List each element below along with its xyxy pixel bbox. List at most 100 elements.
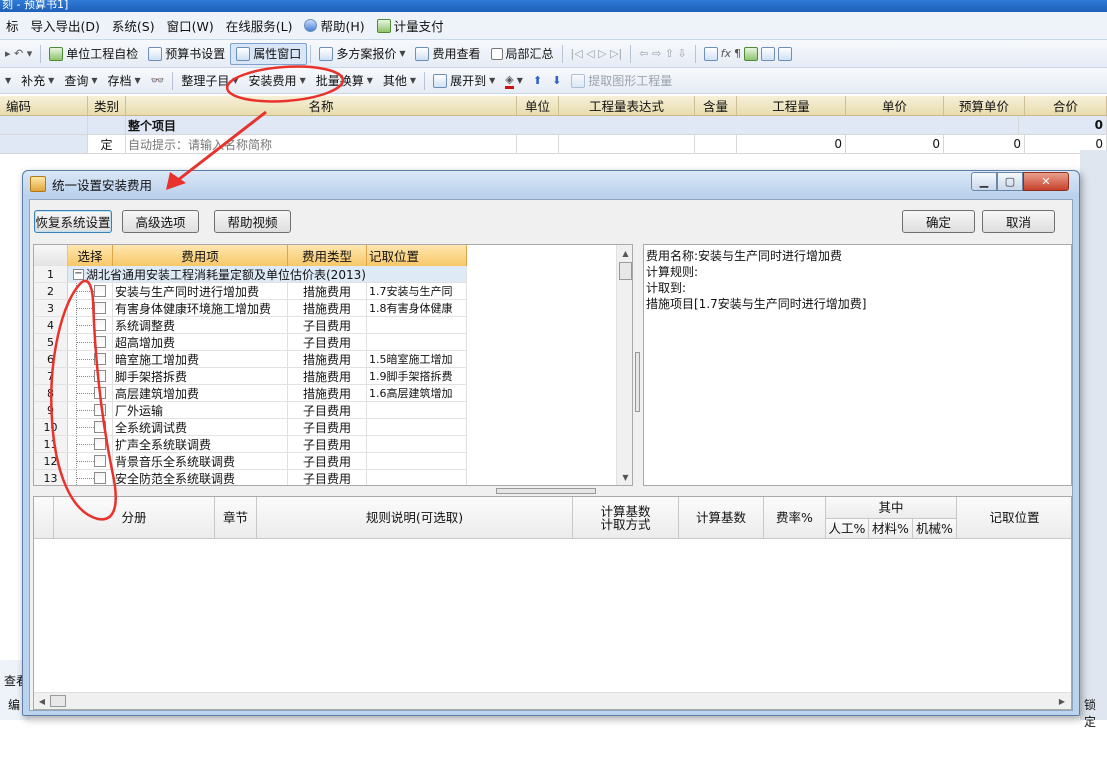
- col-labor[interactable]: 人工%: [826, 519, 869, 539]
- close-icon[interactable]: ✕: [1023, 172, 1069, 191]
- table-row[interactable]: 6 暗室施工增加费 措施费用 1.5暗室施工增加: [34, 351, 467, 368]
- fee-position[interactable]: [367, 419, 467, 435]
- partial-summary-button[interactable]: 局部汇总: [486, 43, 559, 65]
- splitter-grip[interactable]: [496, 488, 596, 494]
- col-rate[interactable]: 费率%: [764, 497, 826, 539]
- expand-to-button[interactable]: 展开到 ▼: [428, 70, 500, 92]
- table-row[interactable]: 11 扩声全系统联调费 子目费用: [34, 436, 467, 453]
- extra-tools[interactable]: fx ¶: [699, 43, 797, 65]
- install-fee-button[interactable]: 安装费用 ▼: [244, 70, 311, 92]
- multi-plan-quote-button[interactable]: 多方案报价 ▼: [314, 43, 410, 65]
- col-volume[interactable]: 分册: [54, 497, 215, 539]
- fee-position[interactable]: 1.5暗室施工增加: [367, 351, 467, 367]
- col-fee-item[interactable]: 费用项: [113, 245, 288, 266]
- budget-settings-button[interactable]: 预算书设置: [143, 43, 230, 65]
- fee-position[interactable]: [367, 402, 467, 418]
- row-checkbox[interactable]: [94, 353, 106, 365]
- table-row[interactable]: 定 自动提示：请输入名称简称 0 0 0 0: [0, 135, 1107, 154]
- col-fee-type[interactable]: 费用类型: [288, 245, 367, 266]
- dropdown-arrow-icon[interactable]: ▼: [0, 70, 16, 92]
- table-row[interactable]: 2 安装与生产同时进行增加费 措施费用 1.7安装与生产同: [34, 283, 467, 300]
- table-row[interactable]: 12 背景音乐全系统联调费 子目费用: [34, 453, 467, 470]
- scroll-down-icon[interactable]: ▼: [617, 469, 632, 485]
- move-up-icon[interactable]: ⬆: [528, 70, 547, 92]
- fee-position[interactable]: 1.7安装与生产同: [367, 283, 467, 299]
- fill-color-button[interactable]: ◈ ▼: [500, 70, 528, 92]
- nav-arrows-icon[interactable]: |◁ ◁ ▷ ▷|: [566, 43, 628, 65]
- fee-position[interactable]: 1.8有害身体健康: [367, 300, 467, 316]
- other-button[interactable]: 其他 ▼: [378, 70, 421, 92]
- table-row[interactable]: 5 超高增加费 子目费用: [34, 334, 467, 351]
- bottom-tab-edit[interactable]: 编: [8, 696, 20, 713]
- col-unit-price[interactable]: 单价: [846, 96, 944, 115]
- table-row[interactable]: 3 有害身体健康环境施工增加费 措施费用 1.8有害身体健康: [34, 300, 467, 317]
- col-budget-price[interactable]: 预算单价: [944, 96, 1025, 115]
- col-quantity[interactable]: 工程量: [737, 96, 846, 115]
- row-checkbox[interactable]: [94, 319, 106, 331]
- scroll-thumb[interactable]: [619, 262, 632, 280]
- col-unit[interactable]: 单位: [517, 96, 559, 115]
- ok-button[interactable]: 确定: [902, 210, 975, 233]
- col-calc-method[interactable]: 计算基数 计取方式: [573, 497, 679, 539]
- maximize-icon[interactable]: ▢: [997, 172, 1023, 191]
- supplement-button[interactable]: 补充 ▼: [16, 70, 59, 92]
- rule-table-hscrollbar[interactable]: ◀ ▶: [34, 692, 1071, 709]
- row-checkbox[interactable]: [94, 285, 106, 297]
- menu-help[interactable]: 帮助(H): [298, 16, 370, 35]
- move-down-icon[interactable]: ⬇: [547, 70, 566, 92]
- extract-quantity-button[interactable]: 提取图形工程量: [566, 70, 677, 92]
- minimize-icon[interactable]: ▁: [971, 172, 997, 191]
- row-checkbox[interactable]: [94, 438, 106, 450]
- col-code[interactable]: 编码: [0, 96, 88, 115]
- row-checkbox[interactable]: [94, 387, 106, 399]
- vertical-splitter[interactable]: [633, 244, 643, 486]
- menu-online-service[interactable]: 在线服务(L): [220, 16, 299, 35]
- batch-convert-button[interactable]: 批量换算 ▼: [311, 70, 378, 92]
- col-material[interactable]: 材料%: [869, 519, 913, 539]
- col-content[interactable]: 含量: [695, 96, 737, 115]
- row-checkbox[interactable]: [94, 455, 106, 467]
- col-expression[interactable]: 工程量表达式: [559, 96, 695, 115]
- scroll-up-icon[interactable]: ▲: [617, 245, 632, 261]
- col-type[interactable]: 类别: [88, 96, 126, 115]
- col-position[interactable]: 记取位置: [367, 245, 467, 266]
- cancel-button[interactable]: 取消: [982, 210, 1055, 233]
- table-row[interactable]: 7 脚手架搭拆费 措施费用 1.9脚手架搭拆费: [34, 368, 467, 385]
- col-calc-base[interactable]: 计算基数: [679, 497, 764, 539]
- query-button[interactable]: 查询 ▼: [59, 70, 102, 92]
- col-record-position[interactable]: 记取位置: [957, 497, 1071, 539]
- fee-position[interactable]: [367, 470, 467, 485]
- table-row[interactable]: 9 厂外运输 子目费用: [34, 402, 467, 419]
- fee-view-button[interactable]: 费用查看: [410, 43, 485, 65]
- row-checkbox[interactable]: [94, 421, 106, 433]
- col-machine[interactable]: 机械%: [913, 519, 957, 539]
- restore-defaults-button[interactable]: 恢复系统设置: [34, 210, 112, 233]
- table-row[interactable]: 10 全系统调试费 子目费用: [34, 419, 467, 436]
- scroll-left-icon[interactable]: ◀: [34, 693, 50, 709]
- fee-position[interactable]: [367, 453, 467, 469]
- menu-system[interactable]: 系统(S): [106, 16, 161, 35]
- fee-position[interactable]: [367, 334, 467, 350]
- property-window-button[interactable]: 属性窗口: [230, 42, 308, 65]
- table-row[interactable]: 8 高层建筑增加费 措施费用 1.6高层建筑增加: [34, 385, 467, 402]
- fee-position[interactable]: [367, 317, 467, 333]
- table-row[interactable]: 4 系统调整费 子目费用: [34, 317, 467, 334]
- col-chapter[interactable]: 章节: [215, 497, 257, 539]
- scroll-right-icon[interactable]: ▶: [1054, 693, 1070, 709]
- horizontal-splitter[interactable]: [30, 486, 1072, 496]
- row-checkbox[interactable]: [94, 370, 106, 382]
- table-row[interactable]: 13 安全防范全系统联调费 子目费用: [34, 470, 467, 485]
- col-rule-desc[interactable]: 规则说明(可选取): [257, 497, 573, 539]
- binoculars-icon[interactable]: 👓: [146, 70, 170, 92]
- scroll-thumb[interactable]: [50, 695, 66, 707]
- fee-position[interactable]: 1.6高层建筑增加: [367, 385, 467, 401]
- menu-window[interactable]: 窗口(W): [161, 16, 220, 35]
- collapse-icon[interactable]: −: [73, 268, 84, 280]
- col-name[interactable]: 名称: [126, 96, 517, 115]
- menu-item-partial[interactable]: 标: [0, 16, 25, 35]
- menu-import-export[interactable]: 导入导出(D): [25, 16, 106, 35]
- unit-check-button[interactable]: 单位工程自检: [44, 43, 143, 65]
- table-row[interactable]: 整个项目 0: [0, 116, 1107, 135]
- organize-items-button[interactable]: 整理子目 ▼: [176, 70, 243, 92]
- menu-measure-pay[interactable]: 计量支付: [371, 16, 450, 35]
